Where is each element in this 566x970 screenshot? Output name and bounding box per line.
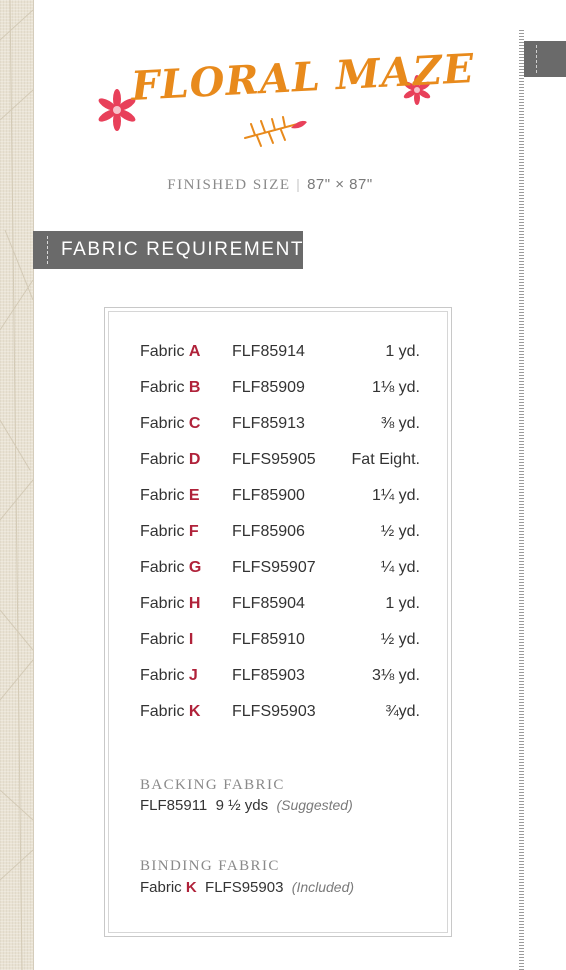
fabric-code: FLF85909 xyxy=(232,379,305,396)
fabric-letter: J xyxy=(188,667,198,684)
fabric-prefix: Fabric xyxy=(140,379,185,396)
fabric-prefix: Fabric xyxy=(140,703,185,720)
fabric-name: Fabric G xyxy=(140,559,201,577)
fabric-prefix: Fabric xyxy=(140,451,185,468)
fabric-qty: ⅜ yd. xyxy=(380,415,420,432)
fabric-prefix: Fabric xyxy=(140,415,185,432)
fabric-name: Fabric F xyxy=(140,523,199,541)
backing-fabric-code: FLF85911 xyxy=(140,797,208,814)
fabric-qty: ¼ yd. xyxy=(380,559,420,576)
fabric-row: Fabric D FLFS95905 Fat Eight. xyxy=(140,451,420,487)
fabric-letter: F xyxy=(188,523,199,540)
fabric-letter: I xyxy=(188,631,194,648)
fabric-prefix: Fabric xyxy=(140,523,185,540)
fabric-name: Fabric B xyxy=(140,379,200,397)
fabric-prefix: Fabric xyxy=(140,667,185,684)
finished-size-value: 87" × 87" xyxy=(307,176,373,193)
tab-stitch xyxy=(536,45,537,73)
fabric-letter: C xyxy=(188,415,201,432)
fabric-code: FLFS95903 xyxy=(232,703,316,720)
fabric-name: Fabric C xyxy=(140,415,200,433)
fabric-letter: G xyxy=(188,559,202,576)
banner-title: FABRIC REQUIREMENTS xyxy=(61,239,319,260)
fabric-qty: 3⅛ yd. xyxy=(371,667,420,684)
binding-fabric-note: (Included) xyxy=(291,879,355,895)
finished-size-label: FINISHED SIZE xyxy=(167,177,291,193)
fabric-letter: D xyxy=(188,451,201,468)
fabric-code: FLF85910 xyxy=(232,631,305,648)
fabric-letter: A xyxy=(188,343,201,360)
fabric-row: Fabric F FLF85906 ½ yd. xyxy=(140,523,420,559)
fabric-row: Fabric I FLF85910 ½ yd. xyxy=(140,631,420,667)
binding-fabric-heading: BINDING FABRIC xyxy=(140,858,280,874)
stitch-lines-decoration xyxy=(0,0,33,970)
fabric-qty: Fat Eight. xyxy=(351,451,420,468)
fabric-qty: ½ yd. xyxy=(380,631,420,648)
fabric-prefix: Fabric xyxy=(140,595,185,612)
fabric-letter: E xyxy=(188,487,200,504)
fabric-qty: 1 yd. xyxy=(385,343,420,360)
fabric-code: FLF85900 xyxy=(232,487,305,504)
fabric-name: Fabric I xyxy=(140,631,193,649)
fabric-code: FLF85904 xyxy=(232,595,305,612)
fabric-code: FLF85903 xyxy=(232,667,305,684)
right-dotted-rule xyxy=(519,30,524,970)
right-side-tab xyxy=(524,41,566,77)
leaf-sprig-icon xyxy=(244,116,306,147)
fabric-row: Fabric B FLF85909 1⅛ yd. xyxy=(140,379,420,415)
fabric-row: Fabric C FLF85913 ⅜ yd. xyxy=(140,415,420,451)
binding-fabric-letter: K xyxy=(185,879,197,896)
fabric-name: Fabric K xyxy=(140,703,200,721)
fabric-row: Fabric E FLF85900 1¼ yd. xyxy=(140,487,420,523)
fabric-list: Fabric A FLF85914 1 yd. Fabric B FLF85909 1⅛ … xyxy=(140,343,420,739)
fabric-name: Fabric E xyxy=(140,487,200,505)
fabric-row: Fabric H FLF85904 1 yd. xyxy=(140,595,420,631)
fabric-requirements-banner: FABRIC REQUIREMENTS xyxy=(33,231,317,269)
fabric-code: FLFS95905 xyxy=(232,451,316,468)
fabric-name: Fabric J xyxy=(140,667,198,685)
fabric-name: Fabric H xyxy=(140,595,200,613)
fabric-row: Fabric K FLFS95903 ¾yd. xyxy=(140,703,420,739)
fabric-letter: K xyxy=(188,703,201,720)
fabric-qty: 1 yd. xyxy=(385,595,420,612)
binding-fabric-code: FLFS95903 xyxy=(205,879,284,896)
fabric-requirements-box: Fabric A FLF85914 1 yd. Fabric B FLF85909 1⅛ … xyxy=(104,307,452,937)
backing-fabric-heading: BACKING FABRIC xyxy=(140,777,285,793)
binding-fabric-line: Fabric K FLFS95903 (Included) xyxy=(140,879,354,896)
fabric-prefix: Fabric xyxy=(140,559,185,576)
binding-fabric-prefix: Fabric xyxy=(140,879,182,896)
backing-fabric-note: (Suggested) xyxy=(276,797,353,813)
fabric-code: FLF85914 xyxy=(232,343,305,360)
banner-stitch xyxy=(47,236,48,264)
fabric-letter: B xyxy=(188,379,201,396)
fabric-name: Fabric D xyxy=(140,451,200,469)
fabric-prefix: Fabric xyxy=(140,343,185,360)
fabric-prefix: Fabric xyxy=(140,631,185,648)
fabric-prefix: Fabric xyxy=(140,487,185,504)
linen-texture-strip xyxy=(0,0,34,970)
fabric-row: Fabric A FLF85914 1 yd. xyxy=(140,343,420,379)
fabric-code: FLF85913 xyxy=(232,415,305,432)
fabric-row: Fabric J FLF85903 3⅛ yd. xyxy=(140,667,420,703)
finished-size-line: FINISHED SIZE | 87" × 87" xyxy=(0,176,540,194)
fabric-qty: ½ yd. xyxy=(380,523,420,540)
fabric-qty: ¾yd. xyxy=(385,703,420,720)
finished-size-separator: | xyxy=(296,177,302,193)
backing-fabric-line: FLF85911 9 ½ yds (Suggested) xyxy=(140,797,353,814)
backing-fabric-qty: 9 ½ yds xyxy=(215,797,269,814)
fabric-letter: H xyxy=(188,595,201,612)
fabric-code: FLF85906 xyxy=(232,523,305,540)
fabric-qty: 1¼ yd. xyxy=(371,487,420,504)
fabric-code: FLFS95907 xyxy=(232,559,316,576)
fabric-name: Fabric A xyxy=(140,343,200,361)
fabric-row: Fabric G FLFS95907 ¼ yd. xyxy=(140,559,420,595)
fabric-qty: 1⅛ yd. xyxy=(371,379,420,396)
